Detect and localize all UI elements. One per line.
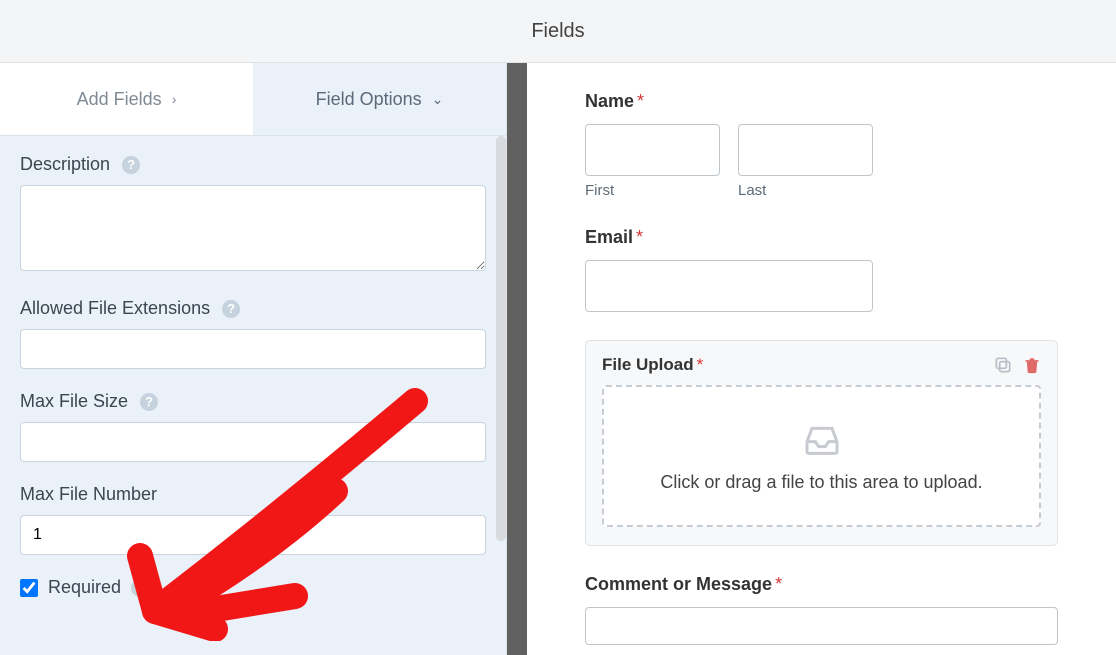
required-star-icon: * xyxy=(637,91,644,111)
last-name-input[interactable] xyxy=(738,124,873,176)
tab-add-fields-label: Add Fields xyxy=(77,89,162,110)
max-size-label: Max File Size xyxy=(20,391,128,412)
max-size-input[interactable] xyxy=(20,422,486,462)
file-dropzone[interactable]: Click or drag a file to this area to upl… xyxy=(602,385,1041,527)
required-star-icon: * xyxy=(697,355,704,374)
file-upload-label: File Upload xyxy=(602,355,694,374)
field-email: Email* xyxy=(585,227,1058,312)
header-bar: Fields xyxy=(0,0,1116,63)
form-preview: Name* First Last Email* xyxy=(527,63,1116,655)
trash-icon[interactable] xyxy=(1023,355,1041,375)
sidebar-tabs: Add Fields › Field Options ⌄ xyxy=(0,63,506,136)
first-sublabel: First xyxy=(585,182,720,199)
left-panel: Add Fields › Field Options ⌄ Description… xyxy=(0,63,507,655)
required-label: Required xyxy=(48,577,121,598)
field-file-upload[interactable]: File Upload* xyxy=(585,340,1058,546)
name-label: Name xyxy=(585,91,634,111)
inbox-icon xyxy=(800,420,844,460)
help-icon[interactable]: ? xyxy=(122,156,140,174)
description-input[interactable] xyxy=(20,185,486,271)
chevron-right-icon: › xyxy=(172,91,177,107)
allowed-ext-label: Allowed File Extensions xyxy=(20,298,210,319)
last-sublabel: Last xyxy=(738,182,873,199)
workspace: Add Fields › Field Options ⌄ Description… xyxy=(0,63,1116,655)
dropzone-text: Click or drag a file to this area to upl… xyxy=(660,472,982,493)
help-icon[interactable]: ? xyxy=(140,393,158,411)
tab-field-options[interactable]: Field Options ⌄ xyxy=(253,63,506,135)
description-label: Description xyxy=(20,154,110,175)
field-options-body: Description ? Allowed File Extensions ? … xyxy=(0,136,506,655)
tab-field-options-label: Field Options xyxy=(316,89,422,110)
required-checkbox[interactable] xyxy=(20,579,38,597)
help-icon[interactable]: ? xyxy=(131,579,149,597)
option-allowed-extensions: Allowed File Extensions ? xyxy=(20,298,486,369)
max-number-label: Max File Number xyxy=(20,484,157,505)
max-number-input[interactable] xyxy=(20,515,486,555)
help-icon[interactable]: ? xyxy=(222,300,240,318)
required-star-icon: * xyxy=(636,227,643,247)
option-max-file-number: Max File Number xyxy=(20,484,486,555)
duplicate-icon[interactable] xyxy=(993,355,1013,375)
email-input[interactable] xyxy=(585,260,873,312)
field-name: Name* First Last xyxy=(585,91,1058,199)
scrollbar[interactable] xyxy=(496,136,506,541)
comment-label: Comment or Message xyxy=(585,574,772,594)
option-required: Required ? xyxy=(20,577,486,598)
panel-divider[interactable] xyxy=(507,63,527,655)
chevron-down-icon: ⌄ xyxy=(432,91,444,108)
field-comment: Comment or Message* xyxy=(585,574,1058,645)
header-title: Fields xyxy=(531,20,584,43)
comment-input[interactable] xyxy=(585,607,1058,645)
email-label: Email xyxy=(585,227,633,247)
tab-add-fields[interactable]: Add Fields › xyxy=(0,63,253,135)
required-star-icon: * xyxy=(775,574,782,594)
option-description: Description ? xyxy=(20,154,486,276)
first-name-input[interactable] xyxy=(585,124,720,176)
option-max-file-size: Max File Size ? xyxy=(20,391,486,462)
allowed-ext-input[interactable] xyxy=(20,329,486,369)
